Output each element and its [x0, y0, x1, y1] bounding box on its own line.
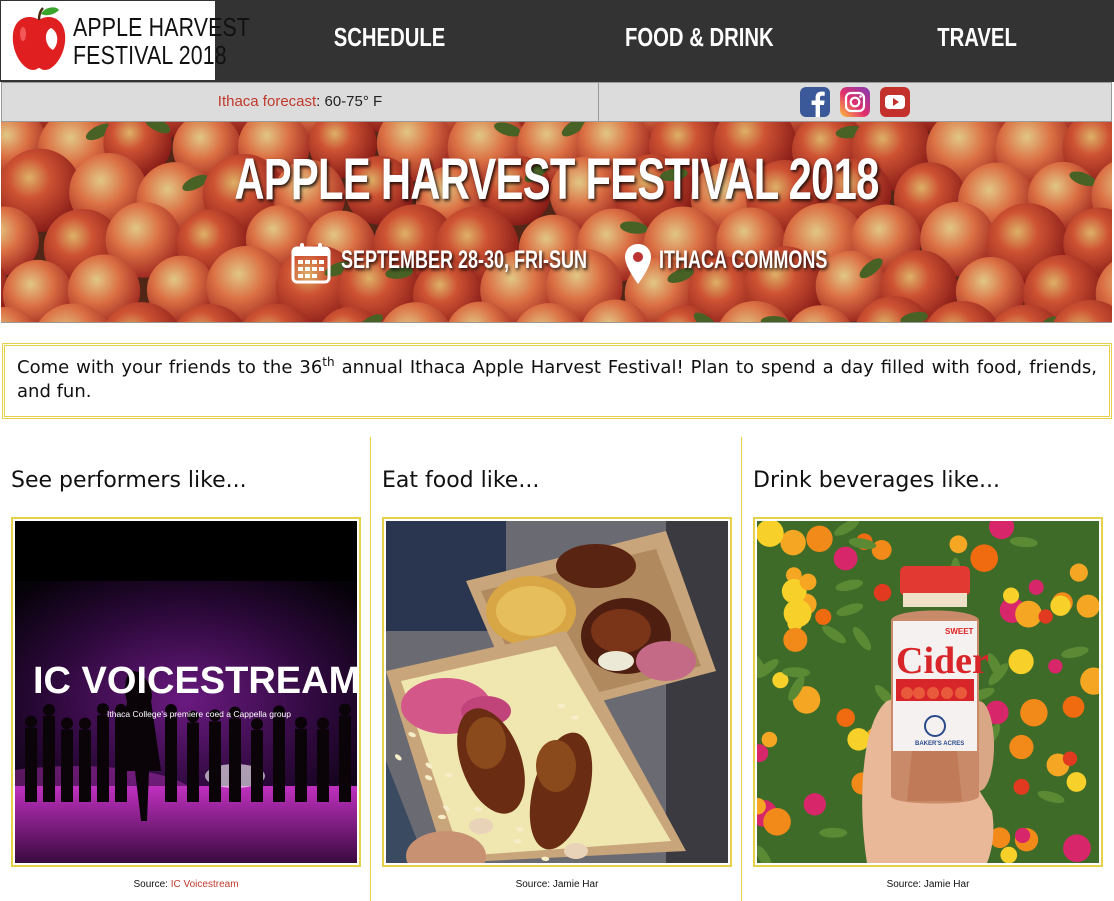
cider-label-title: Cider	[896, 640, 989, 682]
voicestream-logo-text: IC VOICESTREAM	[33, 660, 357, 702]
hero-date: SEPTEMBER 28-30, FRI-SUN	[341, 246, 588, 274]
column-divider	[741, 437, 742, 901]
forecast-value: : 60-75° F	[316, 93, 383, 110]
logo-text: APPLE HARVEST FESTIVAL 2018	[73, 13, 250, 69]
hero-location: ITHACA COMMONS	[659, 246, 828, 274]
cider-label-sweet: SWEET	[945, 627, 974, 636]
nav-schedule[interactable]: SCHEDULE	[334, 22, 446, 53]
logo-line-1: APPLE HARVEST	[73, 12, 251, 42]
intro-superscript: th	[322, 355, 335, 369]
source-name: Jamie Har	[552, 879, 599, 890]
voicestream-tagline: Ithaca College's premiere coed a Cappell…	[107, 709, 291, 719]
performers-photo: IC VOICESTREAM Ithaca College's premiere…	[11, 517, 361, 867]
beverages-heading: Drink beverages like...	[753, 468, 1001, 493]
beverages-source: Source: Jamie Har	[753, 879, 1103, 890]
performers-source: Source: IC Voicestream	[11, 879, 361, 890]
hero-banner: APPLE HARVEST FESTIVAL 2018 SEPTEMBER 28…	[1, 122, 1112, 323]
site-header: APPLE HARVEST FESTIVAL 2018 SCHEDULE FOO…	[0, 0, 1114, 82]
info-bar: Ithaca forecast: 60-75° F	[1, 82, 1112, 122]
facebook-icon[interactable]	[800, 87, 830, 117]
source-name: Jamie Har	[923, 879, 970, 890]
nav-food-drink[interactable]: FOOD & DRINK	[625, 22, 774, 53]
source-link-ic-voicestream[interactable]: IC Voicestream	[171, 879, 239, 890]
forecast-label: Ithaca forecast	[217, 93, 317, 110]
weather-forecast: Ithaca forecast: 60-75° F	[2, 93, 598, 110]
nav-travel[interactable]: TRAVEL	[937, 22, 1017, 53]
cider-label-brand: BAKER'S ACRES	[915, 741, 964, 747]
apple-logo-icon	[12, 7, 66, 70]
source-label: Source:	[133, 879, 171, 890]
food-photo	[382, 517, 732, 867]
info-bar-divider	[598, 83, 599, 121]
source-label: Source:	[886, 879, 924, 890]
instagram-icon[interactable]	[840, 87, 870, 117]
intro-text-box: Come with your friends to the 36th annua…	[2, 343, 1112, 419]
hero-title: APPLE HARVEST FESTIVAL 2018	[234, 147, 879, 212]
intro-text-start: Come with your friends to the 36	[17, 357, 323, 378]
calendar-icon	[291, 243, 331, 284]
performers-heading: See performers like...	[11, 468, 247, 493]
food-heading: Eat food like...	[382, 468, 540, 493]
youtube-icon[interactable]	[880, 87, 910, 117]
beverages-photo: SWEET Cider BAKER'S ACRES	[753, 517, 1103, 867]
logo[interactable]: APPLE HARVEST FESTIVAL 2018	[1, 1, 250, 80]
source-label: Source:	[515, 879, 553, 890]
logo-line-2: FESTIVAL 2018	[73, 40, 227, 70]
column-divider	[370, 437, 371, 901]
food-source: Source: Jamie Har	[382, 879, 732, 890]
map-pin-icon	[625, 244, 651, 284]
